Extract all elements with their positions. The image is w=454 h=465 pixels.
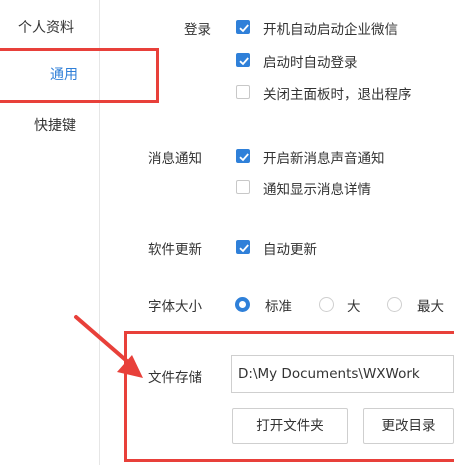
open-folder-button[interactable]: 打开文件夹 xyxy=(232,408,348,444)
sound-notify-option[interactable]: 开启新消息声音通知 xyxy=(236,149,436,167)
autologin-label: 启动时自动登录 xyxy=(263,55,358,71)
notify-detail-checkbox[interactable] xyxy=(236,180,250,194)
storage-path-field[interactable]: D:\My Documents\WXWork xyxy=(231,355,454,393)
checkmark-icon xyxy=(239,57,249,66)
checkmark-icon xyxy=(239,24,249,33)
autologin-checkbox[interactable] xyxy=(236,53,250,67)
login-section-label: 登录 xyxy=(184,22,211,38)
checkmark-icon xyxy=(239,244,249,253)
notify-detail-option[interactable]: 通知显示消息详情 xyxy=(236,180,436,198)
sidebar-divider xyxy=(99,0,100,465)
font-size-large-option[interactable]: 大 xyxy=(319,297,369,315)
update-section-label: 软件更新 xyxy=(148,242,202,258)
font-size-section-label: 字体大小 xyxy=(148,299,202,315)
sidebar-item-shortcuts[interactable]: 快捷键 xyxy=(34,115,76,135)
autostart-label: 开机自动启动企业微信 xyxy=(263,22,398,38)
notify-section-label: 消息通知 xyxy=(148,151,202,167)
change-directory-button[interactable]: 更改目录 xyxy=(363,408,454,444)
font-size-large-radio[interactable] xyxy=(319,297,334,312)
notify-detail-label: 通知显示消息详情 xyxy=(263,182,371,198)
sound-notify-label: 开启新消息声音通知 xyxy=(263,151,385,167)
auto-update-option[interactable]: 自动更新 xyxy=(236,240,386,258)
auto-update-checkbox[interactable] xyxy=(236,240,250,254)
sidebar-item-general[interactable]: 通用 xyxy=(50,64,78,84)
font-size-largest-label: 最大 xyxy=(417,299,444,315)
font-size-largest-option[interactable]: 最大 xyxy=(387,297,454,315)
sound-notify-checkbox[interactable] xyxy=(236,149,250,163)
font-size-standard-option[interactable]: 标准 xyxy=(235,297,295,315)
sidebar-item-profile[interactable]: 个人资料 xyxy=(18,17,74,37)
font-size-standard-radio[interactable] xyxy=(235,297,250,312)
highlight-box-general xyxy=(0,48,159,103)
autostart-option[interactable]: 开机自动启动企业微信 xyxy=(236,20,436,38)
font-size-large-label: 大 xyxy=(347,299,361,315)
auto-update-label: 自动更新 xyxy=(263,242,317,258)
file-storage-section-label: 文件存储 xyxy=(148,370,202,386)
exit-on-close-option[interactable]: 关闭主面板时，退出程序 xyxy=(236,85,451,103)
annotation-arrow-icon xyxy=(74,315,143,378)
exit-on-close-checkbox[interactable] xyxy=(236,85,250,99)
checkmark-icon xyxy=(239,153,249,162)
autostart-checkbox[interactable] xyxy=(236,20,250,34)
exit-on-close-label: 关闭主面板时，退出程序 xyxy=(263,87,412,103)
autologin-option[interactable]: 启动时自动登录 xyxy=(236,53,436,71)
font-size-largest-radio[interactable] xyxy=(387,297,402,312)
font-size-standard-label: 标准 xyxy=(265,299,292,315)
